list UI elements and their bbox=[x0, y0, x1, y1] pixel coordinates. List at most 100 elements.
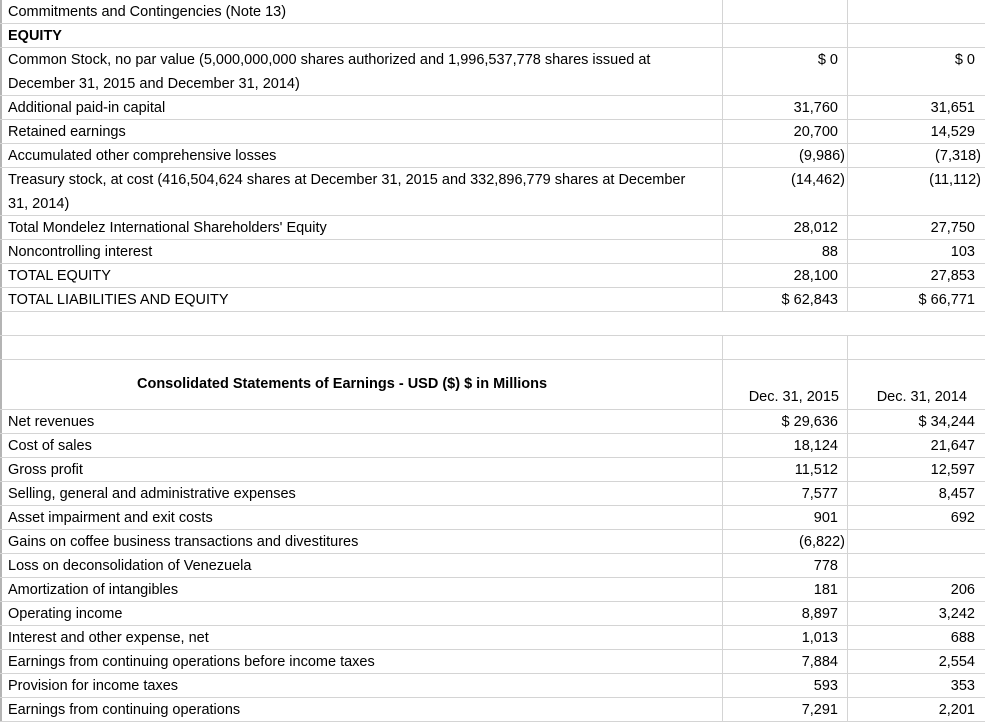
empty-cell[interactable] bbox=[848, 336, 985, 359]
row-label[interactable]: Cost of sales bbox=[0, 434, 723, 457]
table-row: Commitments and Contingencies (Note 13) bbox=[0, 0, 985, 24]
statement-title-cell[interactable]: Consolidated Statements of Earnings - US… bbox=[0, 360, 723, 409]
value-2015[interactable]: 88 bbox=[723, 240, 848, 263]
column-header-2014-label: Dec. 31, 2014 bbox=[876, 389, 967, 405]
value-2015[interactable]: 18,124 bbox=[723, 434, 848, 457]
statement-header-row: Consolidated Statements of Earnings - US… bbox=[0, 360, 985, 410]
row-label[interactable]: Amortization of intangibles bbox=[0, 578, 723, 601]
row-label[interactable]: Additional paid-in capital bbox=[0, 96, 723, 119]
value-2015[interactable]: 31,760 bbox=[723, 96, 848, 119]
value-2015[interactable]: 7,577 bbox=[723, 482, 848, 505]
value-2015[interactable] bbox=[723, 0, 848, 23]
value-2015[interactable]: 8,897 bbox=[723, 602, 848, 625]
empty-cell[interactable] bbox=[848, 312, 985, 335]
empty-cell[interactable] bbox=[0, 312, 723, 335]
value-2015[interactable]: 901 bbox=[723, 506, 848, 529]
value-2014[interactable]: $ 66,771 bbox=[848, 288, 985, 311]
value-2015[interactable]: 7,291 bbox=[723, 698, 848, 721]
value-2015[interactable]: 593 bbox=[723, 674, 848, 697]
row-label[interactable]: Total Mondelez International Shareholder… bbox=[0, 216, 723, 239]
value-2015[interactable]: $ 62,843 bbox=[723, 288, 848, 311]
section-heading-equity[interactable]: EQUITY bbox=[0, 24, 723, 47]
table-row: TOTAL EQUITY 28,100 27,853 bbox=[0, 264, 985, 288]
value-2015[interactable]: 181 bbox=[723, 578, 848, 601]
value-2014[interactable]: $ 34,244 bbox=[848, 410, 985, 433]
table-row: Total Mondelez International Shareholder… bbox=[0, 216, 985, 240]
value-2015[interactable]: 20,700 bbox=[723, 120, 848, 143]
row-label[interactable]: TOTAL EQUITY bbox=[0, 264, 723, 287]
value-2015[interactable]: $ 29,636 bbox=[723, 410, 848, 433]
table-row: Common Stock, no par value (5,000,000,00… bbox=[0, 48, 985, 96]
value-2014[interactable]: 692 bbox=[848, 506, 985, 529]
table-row: Additional paid-in capital 31,760 31,651 bbox=[0, 96, 985, 120]
statement-title: Consolidated Statements of Earnings - US… bbox=[137, 376, 548, 392]
value-2014[interactable]: 12,597 bbox=[848, 458, 985, 481]
value-2014[interactable] bbox=[848, 530, 985, 553]
value-2014[interactable]: 27,750 bbox=[848, 216, 985, 239]
value-2014[interactable] bbox=[848, 554, 985, 577]
value-2014[interactable]: (7,318) bbox=[848, 144, 985, 167]
empty-cell[interactable] bbox=[0, 336, 723, 359]
value-2015[interactable]: 28,012 bbox=[723, 216, 848, 239]
value-2015[interactable]: (9,986) bbox=[723, 144, 848, 167]
row-label[interactable]: Earnings from continuing operations bbox=[0, 698, 723, 721]
table-row: Noncontrolling interest 88 103 bbox=[0, 240, 985, 264]
row-label[interactable]: Earnings from continuing operations befo… bbox=[0, 650, 723, 673]
value-2014[interactable]: 27,853 bbox=[848, 264, 985, 287]
table-row: Accumulated other comprehensive losses (… bbox=[0, 144, 985, 168]
table-row: Gross profit 11,512 12,597 bbox=[0, 458, 985, 482]
row-label[interactable]: Selling, general and administrative expe… bbox=[0, 482, 723, 505]
value-2014[interactable]: 3,242 bbox=[848, 602, 985, 625]
row-label[interactable]: Asset impairment and exit costs bbox=[0, 506, 723, 529]
row-label[interactable]: Interest and other expense, net bbox=[0, 626, 723, 649]
column-header-2015[interactable]: Dec. 31, 2015 bbox=[723, 360, 848, 409]
value-2015[interactable]: (6,822) bbox=[723, 530, 848, 553]
value-2014[interactable]: (11,112) bbox=[848, 168, 985, 215]
value-2014[interactable]: $ 0 bbox=[848, 48, 985, 95]
row-label[interactable]: Gains on coffee business transactions an… bbox=[0, 530, 723, 553]
value-2014[interactable] bbox=[848, 24, 985, 47]
value-2015[interactable]: (14,462) bbox=[723, 168, 848, 215]
row-label[interactable]: TOTAL LIABILITIES AND EQUITY bbox=[0, 288, 723, 311]
row-label[interactable]: Retained earnings bbox=[0, 120, 723, 143]
earnings-table-body: Net revenues $ 29,636 $ 34,244 Cost of sale… bbox=[0, 410, 985, 722]
value-2014[interactable]: 2,201 bbox=[848, 698, 985, 721]
row-label[interactable]: Provision for income taxes bbox=[0, 674, 723, 697]
row-label[interactable]: Commitments and Contingencies (Note 13) bbox=[0, 0, 723, 23]
value-2015[interactable]: $ 0 bbox=[723, 48, 848, 95]
empty-cell[interactable] bbox=[723, 336, 848, 359]
table-row: Asset impairment and exit costs 901 692 bbox=[0, 506, 985, 530]
value-2014[interactable]: 21,647 bbox=[848, 434, 985, 457]
row-label[interactable]: Common Stock, no par value (5,000,000,00… bbox=[0, 48, 723, 95]
table-row: Treasury stock, at cost (416,504,624 sha… bbox=[0, 168, 985, 216]
value-2015[interactable]: 1,013 bbox=[723, 626, 848, 649]
value-2014[interactable]: 353 bbox=[848, 674, 985, 697]
row-label[interactable]: Loss on deconsolidation of Venezuela bbox=[0, 554, 723, 577]
value-2014[interactable]: 31,651 bbox=[848, 96, 985, 119]
table-row: Provision for income taxes 593 353 bbox=[0, 674, 985, 698]
value-2014[interactable] bbox=[848, 0, 985, 23]
table-row: Operating income 8,897 3,242 bbox=[0, 602, 985, 626]
value-2014[interactable]: 2,554 bbox=[848, 650, 985, 673]
value-2015[interactable] bbox=[723, 24, 848, 47]
row-label[interactable]: Accumulated other comprehensive losses bbox=[0, 144, 723, 167]
table-row: Earnings from continuing operations befo… bbox=[0, 650, 985, 674]
value-2015[interactable]: 7,884 bbox=[723, 650, 848, 673]
value-2015[interactable]: 778 bbox=[723, 554, 848, 577]
value-2015[interactable]: 11,512 bbox=[723, 458, 848, 481]
value-2014[interactable]: 103 bbox=[848, 240, 985, 263]
row-label[interactable]: Operating income bbox=[0, 602, 723, 625]
row-label[interactable]: Net revenues bbox=[0, 410, 723, 433]
column-header-2014[interactable]: Dec. 31, 2014 bbox=[848, 360, 985, 409]
empty-cell[interactable] bbox=[723, 312, 848, 335]
row-label[interactable]: Treasury stock, at cost (416,504,624 sha… bbox=[0, 168, 723, 215]
value-2014[interactable]: 206 bbox=[848, 578, 985, 601]
value-2015[interactable]: 28,100 bbox=[723, 264, 848, 287]
row-label[interactable]: Gross profit bbox=[0, 458, 723, 481]
value-2014[interactable]: 8,457 bbox=[848, 482, 985, 505]
table-row: Interest and other expense, net 1,013 688 bbox=[0, 626, 985, 650]
row-label[interactable]: Noncontrolling interest bbox=[0, 240, 723, 263]
value-2014[interactable]: 688 bbox=[848, 626, 985, 649]
value-2014[interactable]: 14,529 bbox=[848, 120, 985, 143]
table-row: Net revenues $ 29,636 $ 34,244 bbox=[0, 410, 985, 434]
